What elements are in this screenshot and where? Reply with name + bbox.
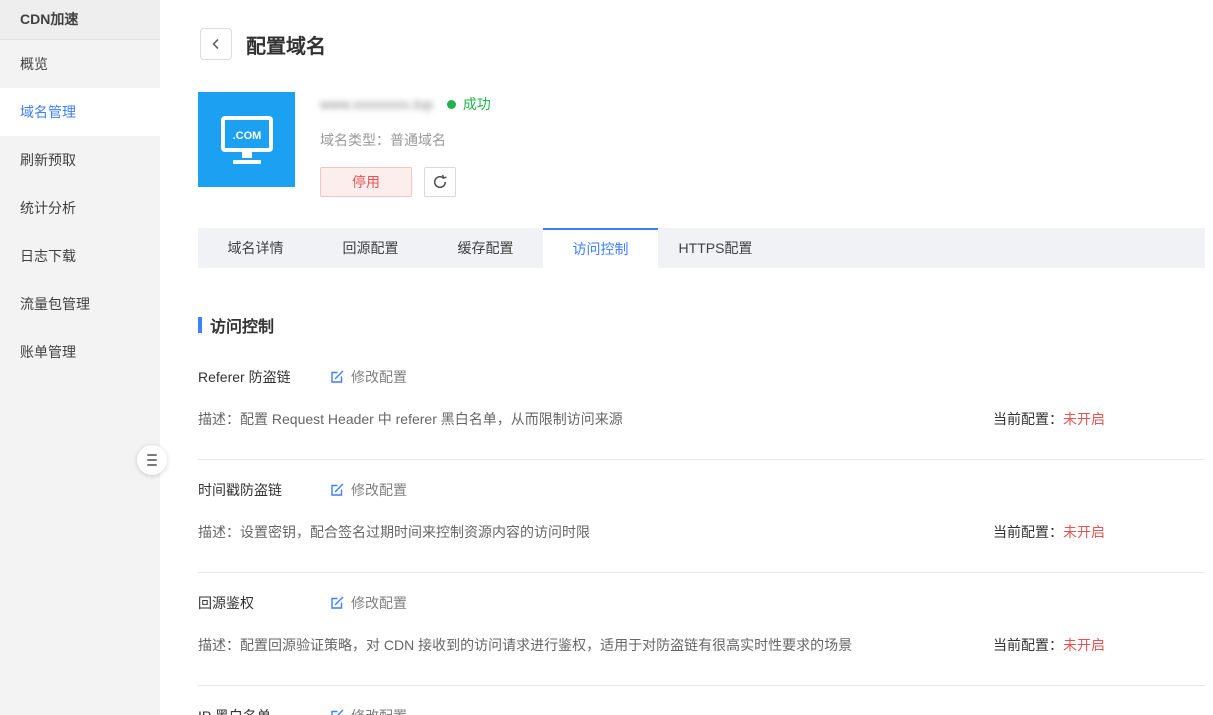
setting-title: Referer 防盗链	[198, 367, 330, 387]
setting-row-origin-auth: 回源鉴权 修改配置 描述：配置回源验证策略，对 CDN 接收到的访问请求进行鉴权…	[198, 573, 1205, 686]
back-button[interactable]	[200, 28, 232, 60]
main-content: 配置域名 .COM www.xxxxxxxx.top 成功 域名类型：普通域名 …	[160, 0, 1213, 715]
status-dot-icon	[447, 100, 456, 109]
domain-info: www.xxxxxxxx.top 成功 域名类型：普通域名 停用	[320, 92, 491, 197]
sidebar-title: CDN加速	[0, 0, 160, 40]
tab-cache-config[interactable]: 缓存配置	[428, 228, 543, 268]
setting-title: 时间戳防盗链	[198, 480, 330, 500]
domain-status: 成功	[447, 94, 491, 114]
refresh-icon	[432, 174, 448, 190]
domain-status-label: 成功	[463, 94, 491, 114]
domain-icon: .COM	[198, 92, 295, 187]
sidebar-collapse-handle[interactable]	[137, 445, 167, 475]
sidebar-item-statistics[interactable]: 统计分析	[0, 184, 160, 232]
modify-config-link[interactable]: 修改配置	[330, 593, 407, 613]
setting-description: 描述：配置 Request Header 中 referer 黑白名单，从而限制…	[198, 409, 623, 429]
tab-access-control[interactable]: 访问控制	[543, 228, 658, 268]
modify-config-label: 修改配置	[351, 367, 407, 387]
tab-origin-config[interactable]: 回源配置	[313, 228, 428, 268]
edit-icon	[330, 709, 344, 715]
current-config-label: 当前配置：	[993, 637, 1063, 653]
modify-config-link[interactable]: 修改配置	[330, 367, 407, 387]
config-status-value: 未开启	[1063, 411, 1105, 427]
page-header: 配置域名	[160, 0, 1213, 60]
config-status-value: 未开启	[1063, 524, 1105, 540]
current-config: 当前配置：未开启	[993, 409, 1105, 429]
setting-row-ip-list: IP 黑白名单 修改配置 允许或者禁止某些 IP 或 IP 段的访问，帮助您解决…	[198, 686, 1205, 715]
edit-icon	[330, 370, 344, 384]
back-chevron-icon	[211, 38, 221, 50]
current-config: 当前配置：未开启	[993, 635, 1105, 655]
section-header: 访问控制	[198, 313, 1205, 337]
modify-config-link[interactable]: 修改配置	[330, 480, 407, 500]
section-accent-bar	[198, 317, 202, 333]
modify-config-label: 修改配置	[351, 593, 407, 613]
sidebar-item-traffic-package[interactable]: 流量包管理	[0, 280, 160, 328]
domain-name: www.xxxxxxxx.top	[320, 96, 433, 112]
current-config-label: 当前配置：	[993, 524, 1063, 540]
disable-button[interactable]: 停用	[320, 167, 412, 197]
monitor-com-icon: .COM	[213, 106, 281, 174]
domain-type-label: 域名类型：普通域名	[320, 130, 491, 150]
tab-bar: 域名详情 回源配置 缓存配置 访问控制 HTTPS配置	[198, 228, 1205, 268]
svg-text:.COM: .COM	[232, 130, 261, 142]
tab-https-config[interactable]: HTTPS配置	[658, 228, 773, 268]
refresh-button[interactable]	[424, 167, 456, 197]
sidebar-item-billing[interactable]: 账单管理	[0, 328, 160, 376]
setting-description: 描述：配置回源验证策略，对 CDN 接收到的访问请求进行鉴权，适用于对防盗链有很…	[198, 635, 852, 655]
sidebar-item-overview[interactable]: 概览	[0, 40, 160, 88]
setting-title: 回源鉴权	[198, 593, 330, 613]
config-status-value: 未开启	[1063, 637, 1105, 653]
modify-config-link[interactable]: 修改配置	[330, 706, 407, 715]
sidebar: CDN加速 概览 域名管理 刷新预取 统计分析 日志下载 流量包管理 账单管理	[0, 0, 160, 715]
edit-icon	[330, 596, 344, 610]
domain-card: .COM www.xxxxxxxx.top 成功 域名类型：普通域名 停用	[198, 92, 1213, 197]
setting-title: IP 黑白名单	[198, 706, 330, 715]
page-title: 配置域名	[246, 30, 326, 59]
section-title: 访问控制	[210, 313, 274, 337]
setting-description: 描述：设置密钥，配合签名过期时间来控制资源内容的访问时限	[198, 522, 590, 542]
tab-domain-details[interactable]: 域名详情	[198, 228, 313, 268]
modify-config-label: 修改配置	[351, 706, 407, 715]
current-config-label: 当前配置：	[993, 411, 1063, 427]
edit-icon	[330, 483, 344, 497]
modify-config-label: 修改配置	[351, 480, 407, 500]
access-control-panel: 访问控制 Referer 防盗链 修改配置 描述：配置 Request Head…	[198, 313, 1205, 715]
setting-row-timestamp: 时间戳防盗链 修改配置 描述：设置密钥，配合签名过期时间来控制资源内容的访问时限…	[198, 460, 1205, 573]
sidebar-item-log-download[interactable]: 日志下载	[0, 232, 160, 280]
sidebar-item-domain-management[interactable]: 域名管理	[0, 88, 160, 136]
sidebar-item-refresh-prefetch[interactable]: 刷新预取	[0, 136, 160, 184]
setting-row-referer: Referer 防盗链 修改配置 描述：配置 Request Header 中 …	[198, 347, 1205, 460]
current-config: 当前配置：未开启	[993, 522, 1105, 542]
